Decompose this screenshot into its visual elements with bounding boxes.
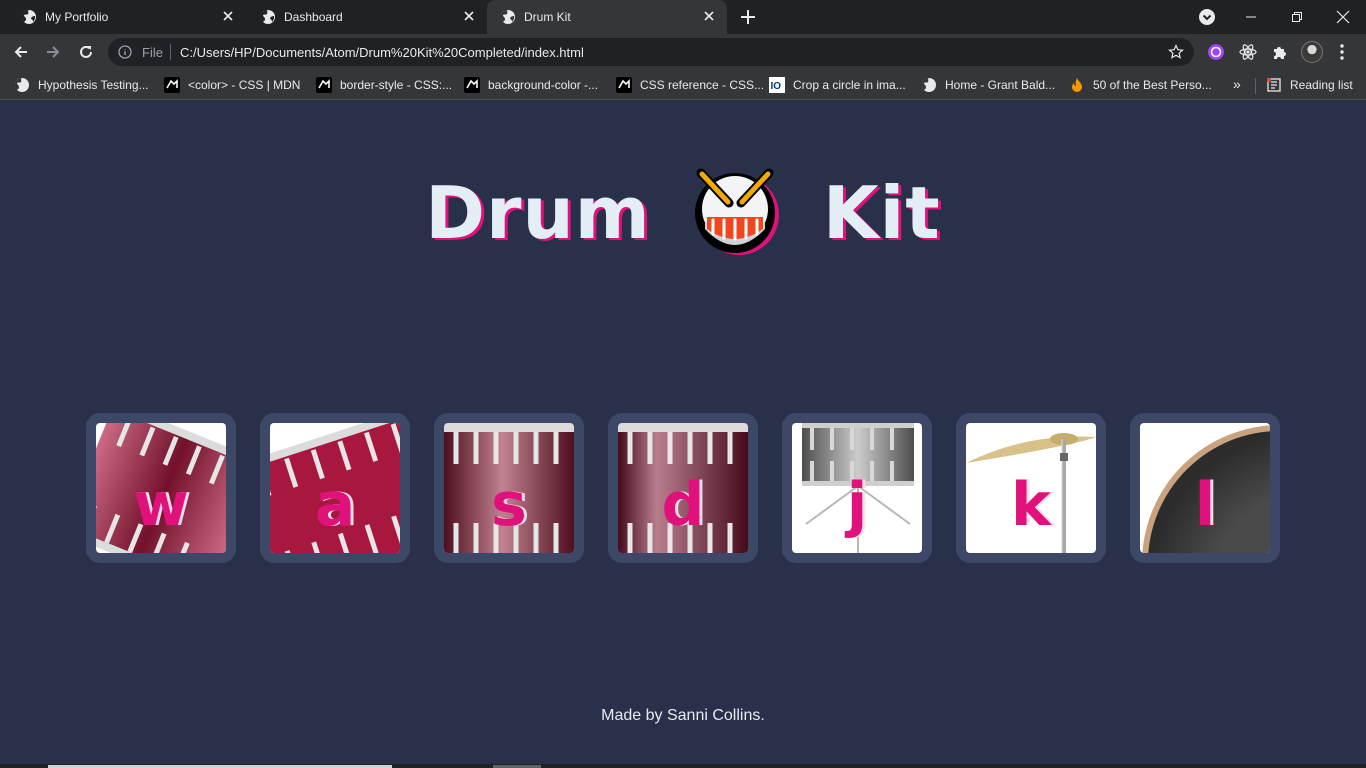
globe-icon — [921, 77, 936, 92]
flame-icon — [1072, 78, 1082, 92]
footer-credit: Made by Sanni Collins. — [601, 707, 765, 724]
tab-dashboard[interactable]: Dashboard — [247, 0, 487, 34]
arrow-right-icon — [47, 46, 60, 58]
more-bookmarks-button[interactable]: » — [1233, 76, 1241, 92]
title-word: Drum — [425, 171, 651, 255]
bookmark-label: 50 of the Best Perso... — [1093, 78, 1212, 92]
page-title: Drum Kit — [0, 165, 1366, 261]
restore-icon — [1292, 12, 1302, 22]
tab-strip: My Portfolio Dashboard Drum Kit — [0, 0, 1366, 34]
bookmark-label: CSS reference - CSS... — [640, 78, 765, 92]
drum-icon — [694, 168, 779, 255]
drum-pad-l[interactable]: l — [1130, 413, 1280, 563]
browser-toolbar: File C:/Users/HP/Documents/Atom/Drum%20K… — [0, 34, 1366, 70]
close-icon[interactable] — [220, 8, 236, 24]
io-icon: IO — [769, 77, 785, 93]
drum-key-label: j — [846, 470, 868, 540]
bookmark-label: border-style - CSS:... — [340, 78, 453, 92]
divider — [1255, 78, 1256, 94]
tab-title: Dashboard — [284, 10, 343, 24]
bookmark-label: Crop a circle in ima... — [793, 78, 906, 92]
reload-icon — [80, 45, 92, 58]
drum-pad-j[interactable]: j — [782, 413, 932, 563]
star-icon[interactable] — [1168, 44, 1184, 60]
forward-button[interactable] — [41, 40, 65, 64]
globe-icon — [14, 77, 29, 92]
bookmark-item[interactable]: border-style - CSS:... — [316, 77, 452, 93]
arrow-left-icon — [14, 46, 27, 58]
bookmarks-bar: Hypothesis Testing... <color> - CSS | MD… — [0, 70, 1366, 100]
reading-list-button[interactable]: Reading list — [1266, 77, 1353, 93]
close-icon — [1336, 10, 1350, 24]
drum-key-label: w — [133, 470, 189, 540]
drum-key-label: k — [1011, 470, 1051, 540]
mdn-icon — [316, 77, 332, 93]
scheme-label: File — [142, 45, 163, 60]
mdn-icon — [464, 77, 480, 93]
bookmark-label: Hypothesis Testing... — [38, 78, 149, 92]
bookmark-item[interactable]: background-color -... — [464, 77, 598, 93]
globe-icon — [21, 9, 36, 24]
url-text[interactable]: C:/Users/HP/Documents/Atom/Drum%20Kit%20… — [180, 45, 584, 60]
bookmark-label: <color> - CSS | MDN — [188, 78, 301, 92]
react-devtools-icon[interactable] — [1238, 42, 1258, 62]
reading-list-icon — [1267, 78, 1281, 92]
avatar[interactable] — [1301, 41, 1323, 63]
drum-pad-a[interactable]: a — [260, 413, 410, 563]
divider — [170, 44, 171, 60]
close-icon[interactable] — [461, 8, 477, 24]
drum-pad-k[interactable]: k — [956, 413, 1106, 563]
bookmark-item[interactable]: IO Crop a circle in ima... — [769, 77, 906, 93]
title-word: Kit — [822, 171, 941, 255]
close-window-button[interactable] — [1320, 0, 1366, 34]
mdn-icon — [616, 77, 632, 93]
new-tab-icon[interactable] — [738, 7, 758, 27]
bookmark-item[interactable]: <color> - CSS | MDN — [164, 77, 300, 93]
mdn-icon — [164, 77, 180, 93]
bookmark-item[interactable]: Hypothesis Testing... — [14, 77, 149, 93]
tab-my-portfolio[interactable]: My Portfolio — [8, 0, 246, 34]
minimize-icon — [1246, 16, 1256, 18]
globe-icon — [500, 9, 515, 24]
drum-key-label: s — [491, 470, 527, 540]
bookmark-item[interactable]: CSS reference - CSS... — [616, 77, 764, 93]
reload-button[interactable] — [74, 40, 98, 64]
tab-search-icon[interactable] — [1198, 8, 1216, 26]
drum-pad-s[interactable]: s — [434, 413, 584, 563]
info-icon[interactable] — [118, 45, 132, 59]
drum-key-label: a — [314, 470, 356, 540]
back-button[interactable] — [9, 40, 33, 64]
extension-icon[interactable] — [1206, 42, 1226, 62]
svg-text:IO: IO — [771, 81, 782, 92]
tab-drum-kit[interactable]: Drum Kit — [487, 0, 727, 34]
drum-key-label: l — [1194, 470, 1216, 540]
drum-pad-w[interactable]: w — [86, 413, 236, 563]
drum-pad-d[interactable]: d — [608, 413, 758, 563]
restore-button[interactable] — [1274, 0, 1320, 34]
bookmark-label: background-color -... — [488, 78, 599, 92]
tab-title: My Portfolio — [45, 10, 109, 24]
bookmark-label: Home - Grant Bald... — [945, 78, 1056, 92]
puzzle-icon[interactable] — [1270, 42, 1290, 62]
tab-title: Drum Kit — [524, 10, 571, 24]
bookmark-item[interactable]: Home - Grant Bald... — [921, 77, 1055, 93]
globe-icon — [260, 9, 275, 24]
drum-key-label: d — [661, 470, 705, 540]
close-icon[interactable] — [701, 8, 717, 24]
more-vert-icon[interactable] — [1336, 42, 1348, 62]
address-bar[interactable]: File C:/Users/HP/Documents/Atom/Drum%20K… — [108, 38, 1194, 66]
minimize-button[interactable] — [1228, 0, 1274, 34]
reading-list-label: Reading list — [1290, 78, 1353, 92]
bookmark-item[interactable]: 50 of the Best Perso... — [1069, 77, 1212, 93]
